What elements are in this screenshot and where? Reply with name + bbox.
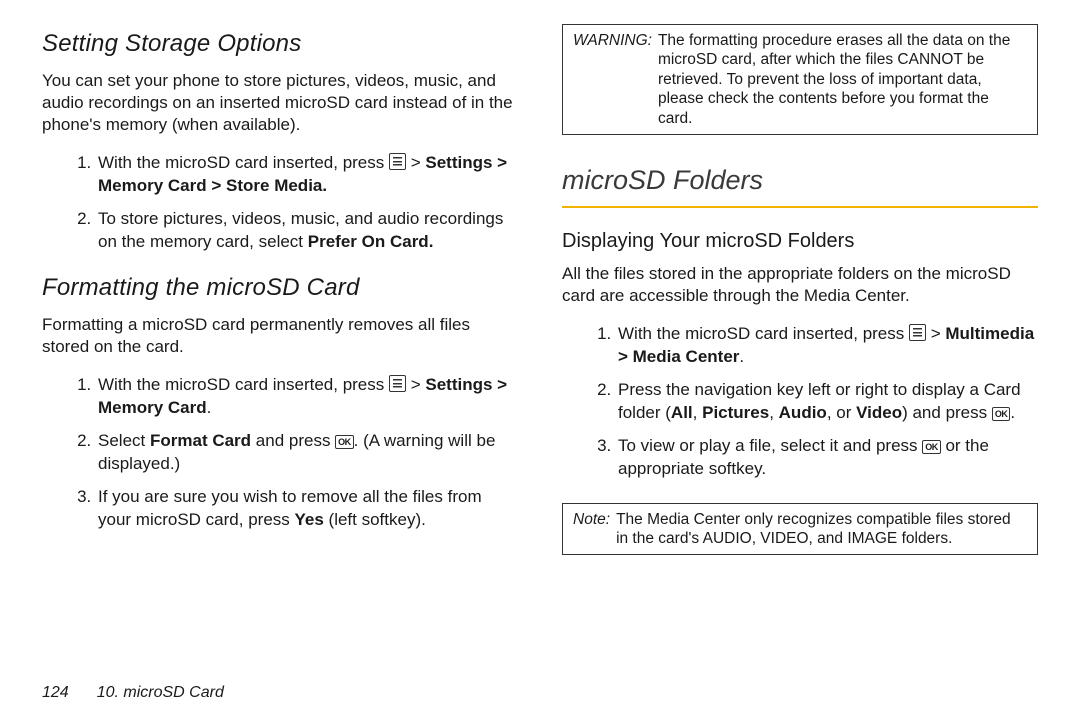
section-title: microSD Folders [562,165,1038,196]
menu-icon [389,375,406,392]
heading-storage-options: Setting Storage Options [42,30,518,58]
subheading-display-folders: Displaying Your microSD Folders [562,230,1038,253]
right-column: WARNING: The formatting procedure erases… [562,24,1038,648]
step-storage-2: To store pictures, videos, music, and au… [96,208,518,254]
page-footer: 124 10. microSD Card [42,684,224,702]
menu-icon [389,153,406,170]
step-folders-3: To view or play a file, select it and pr… [616,435,1038,481]
para-storage-intro: You can set your phone to store pictures… [42,70,518,136]
chapter-label: 10. microSD Card [97,684,224,702]
step-format-3: If you are sure you wish to remove all t… [96,486,518,532]
steps-folders: With the microSD card inserted, press > … [562,323,1038,491]
ok-icon: OK [335,435,354,449]
step-storage-1: With the microSD card inserted, press > … [96,152,518,198]
note-callout: Note: The Media Center only recognizes c… [562,503,1038,556]
step-format-1: With the microSD card inserted, press > … [96,374,518,420]
step-folders-2: Press the navigation key left or right t… [616,379,1038,425]
steps-formatting: With the microSD card inserted, press > … [42,374,518,542]
page-number: 124 [42,684,69,702]
para-formatting-intro: Formatting a microSD card permanently re… [42,314,518,358]
left-column: Setting Storage Options You can set your… [42,24,518,648]
heading-formatting: Formatting the microSD Card [42,274,518,302]
ok-icon: OK [992,407,1011,421]
warning-callout: WARNING: The formatting procedure erases… [562,24,1038,135]
note-label: Note: [573,510,610,549]
steps-storage: With the microSD card inserted, press > … [42,152,518,264]
warning-label: WARNING: [573,31,652,128]
para-folders-intro: All the files stored in the appropriate … [562,263,1038,307]
warning-text: The formatting procedure erases all the … [658,31,1027,128]
ok-icon: OK [922,440,941,454]
step-format-2: Select Format Card and press OK. (A warn… [96,430,518,476]
step-folders-1: With the microSD card inserted, press > … [616,323,1038,369]
menu-icon [909,324,926,341]
note-text: The Media Center only recognizes compati… [616,510,1027,549]
section-rule [562,206,1038,208]
